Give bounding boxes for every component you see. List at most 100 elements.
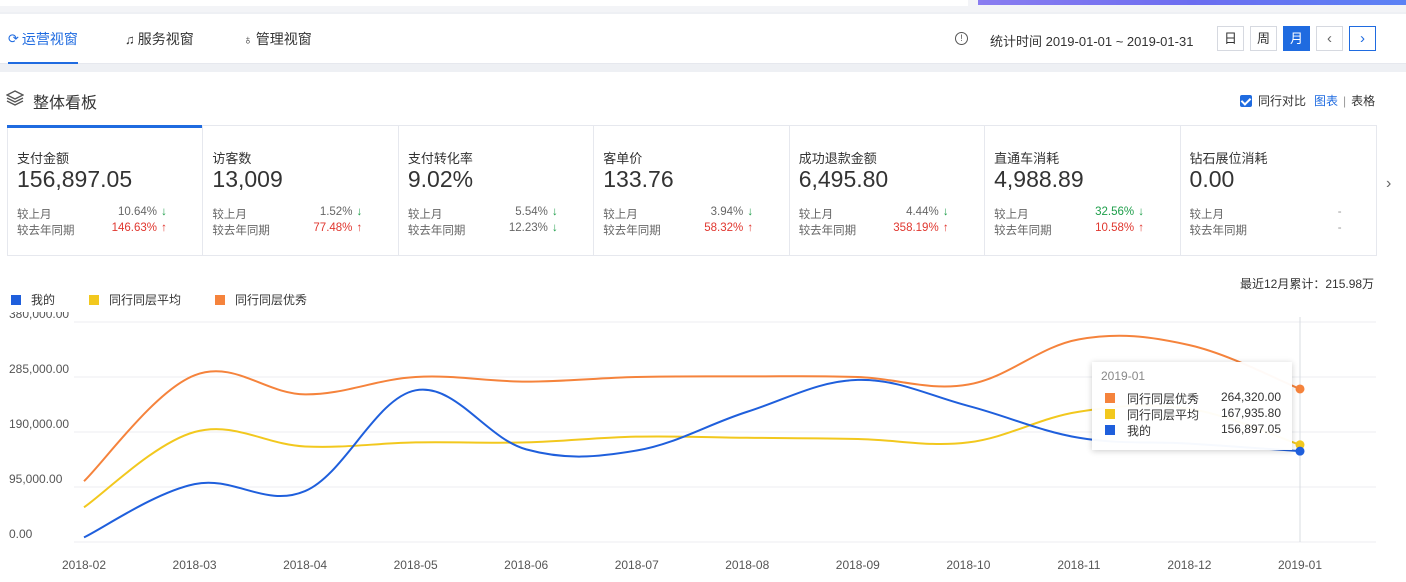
- metric-card[interactable]: 直通车消耗 4,988.89 较上月 32.56% ↓ 较去年同期 10.58% ↑: [985, 126, 1181, 255]
- period-month-button[interactable]: 月: [1283, 26, 1310, 51]
- tooltip-series-name: 我的: [1127, 424, 1152, 438]
- metric-yoy-row: 较去年同期 77.48% ↑: [212, 222, 364, 238]
- legend-label: 我的: [31, 293, 56, 307]
- legend-label: 同行同层优秀: [235, 293, 308, 307]
- x-tick-label: 2018-05: [394, 558, 438, 572]
- x-tick-label: 2018-07: [615, 558, 659, 572]
- x-tick-label: 2018-12: [1167, 558, 1211, 572]
- metric-yoy-row: 较去年同期 -: [1190, 222, 1342, 238]
- tooltip-swatch: [1105, 409, 1115, 419]
- metric-mom-label: 较上月: [212, 209, 247, 221]
- metric-mom-label: 较上月: [603, 209, 638, 221]
- x-tick-label: 2018-08: [725, 558, 769, 572]
- metric-name: 成功退款金额: [798, 151, 877, 166]
- metric-yoy-value-wrap: 10.58% ↑: [1095, 222, 1146, 234]
- tooltip-series-name: 同行同层平均: [1127, 408, 1200, 422]
- metric-yoy-label: 较去年同期: [17, 225, 75, 237]
- legend-label: 同行同层平均: [109, 293, 182, 307]
- view-separator: |: [1343, 93, 1347, 108]
- compare-checkbox[interactable]: [1240, 94, 1252, 107]
- metric-value: 13,009: [212, 166, 283, 192]
- metric-card[interactable]: 支付金额 156,897.05 较上月 10.64% ↓ 较去年同期 146.63% ↑: [6, 125, 204, 255]
- metric-yoy-value: 77.48%: [313, 222, 353, 234]
- cards-next-arrow[interactable]: ›: [1386, 175, 1391, 193]
- top-strip-bar: [0, 0, 968, 6]
- tooltip-swatch: [1105, 393, 1115, 403]
- yearly-total: 最近12月累计：215.98万: [1240, 277, 1375, 291]
- tooltip-row: 同行同层优秀 264,320.00: [1105, 390, 1281, 406]
- metric-mom-row: 较上月 32.56% ↓: [994, 206, 1146, 222]
- period-day-button[interactable]: 日: [1217, 26, 1244, 51]
- metric-mom-row: 较上月 10.64% ↓: [17, 206, 169, 222]
- tab-management-label: 管理视窗: [255, 31, 312, 47]
- y-tick-label: 190,000.00: [9, 417, 69, 431]
- metric-mom-value: -: [1337, 206, 1342, 218]
- arrow-up-icon: ↑: [356, 222, 363, 234]
- metric-mom-value: 4.44%: [906, 206, 939, 218]
- stat-time-range: 统计时间 2019-01-01 ~ 2019-01-31: [990, 34, 1194, 49]
- metric-yoy-row: 较去年同期 146.63% ↑: [17, 222, 169, 238]
- metric-yoy-label: 较去年同期: [407, 225, 466, 237]
- metric-value: 4,988.89: [994, 166, 1084, 192]
- tooltip-date: 2019-01: [1101, 369, 1146, 383]
- headset-icon: ♫: [125, 31, 135, 47]
- prev-period-button[interactable]: ‹: [1316, 26, 1343, 51]
- metric-yoy-row: 较去年同期 358.19% ↑: [799, 222, 951, 238]
- metric-name: 访客数: [212, 151, 252, 166]
- legend-swatch: [11, 294, 21, 305]
- view-table-link[interactable]: 表格: [1351, 92, 1375, 109]
- metric-yoy-value: 12.23%: [508, 222, 548, 234]
- bag-icon: ♁: [243, 31, 253, 47]
- y-tick-label: 285,000.00: [9, 362, 69, 376]
- info-icon[interactable]: !: [955, 32, 968, 45]
- view-chart-link[interactable]: 图表: [1314, 92, 1338, 109]
- arrow-down-icon: ↓: [551, 222, 558, 234]
- tab-operations[interactable]: ⟳ 运营视窗: [8, 14, 78, 64]
- arrow-down-icon: ↓: [551, 206, 558, 218]
- metric-card[interactable]: 客单价 133.76 较上月 3.94% ↓ 较去年同期 58.32% ↑: [594, 126, 790, 255]
- tab-service[interactable]: ♫ 服务视窗: [125, 14, 194, 64]
- tooltip-row: 我的 156,897.05: [1105, 422, 1281, 438]
- legend-item[interactable]: 同行同层优秀: [215, 291, 307, 308]
- metric-name: 支付转化率: [407, 151, 473, 166]
- chart-legend: 我的 同行同层平均 同行同层优秀: [11, 291, 341, 308]
- compare-label: 同行对比: [1258, 94, 1307, 108]
- metric-mom-row: 较上月 4.44% ↓: [799, 206, 951, 222]
- tab-operations-label: 运营视窗: [21, 31, 78, 47]
- metric-yoy-row: 较去年同期 58.32% ↑: [603, 222, 755, 238]
- tooltip-series-value: 264,320.00: [1220, 390, 1281, 404]
- tab-management[interactable]: ♁ 管理视窗: [243, 14, 312, 64]
- series-point: [1295, 384, 1305, 394]
- metric-mom-value-wrap: -: [1338, 206, 1342, 218]
- y-tick-label: 95,000.00: [9, 472, 63, 486]
- layers-icon: [6, 90, 24, 106]
- top-strip: [0, 0, 1406, 12]
- arrow-down-icon: ↓: [1138, 206, 1144, 218]
- metric-mom-row: 较上月 -: [1190, 206, 1342, 222]
- legend-item[interactable]: 我的: [11, 291, 55, 308]
- metric-name: 钻石展位消耗: [1189, 151, 1268, 166]
- metric-value: 6,495.80: [798, 166, 889, 192]
- metric-yoy-value-wrap: 12.23% ↓: [509, 222, 560, 234]
- arrow-down-icon: ↓: [747, 206, 754, 218]
- top-accent-bar: [978, 0, 1406, 5]
- metric-yoy-row: 较去年同期 10.58% ↑: [994, 222, 1146, 238]
- metric-card[interactable]: 访客数 13,009 较上月 1.52% ↓ 较去年同期 77.48% ↑: [203, 126, 399, 255]
- metric-card[interactable]: 成功退款金额 6,495.80 较上月 4.44% ↓ 较去年同期 358.19% ↑: [790, 126, 986, 255]
- x-tick-label: 2018-02: [62, 558, 106, 572]
- metric-card[interactable]: 钻石展位消耗 0.00 较上月 - 较去年同期 -: [1181, 126, 1376, 255]
- tooltip-swatch: [1105, 425, 1115, 435]
- x-tick-label: 2018-09: [836, 558, 880, 572]
- metric-card[interactable]: 支付转化率 9.02% 较上月 5.54% ↓ 较去年同期 12.23% ↓: [399, 126, 595, 255]
- view-navbar: ⟳ 运营视窗 ♫ 服务视窗 ♁ 管理视窗 ! 统计时间 2019-01-01 ~…: [0, 14, 1406, 64]
- metric-yoy-value-wrap: 146.63% ↑: [112, 222, 169, 234]
- period-week-button[interactable]: 周: [1250, 26, 1277, 51]
- arrow-up-icon: ↑: [747, 222, 754, 234]
- y-tick-label: 380,000.00: [9, 312, 69, 321]
- legend-item[interactable]: 同行同层平均: [89, 291, 181, 308]
- next-period-button[interactable]: ›: [1349, 26, 1376, 51]
- metric-mom-label: 较上月: [407, 209, 443, 221]
- metric-yoy-value-wrap: 58.32% ↑: [704, 222, 755, 234]
- tooltip-series-value: 167,935.80: [1220, 406, 1281, 420]
- metric-value: 133.76: [603, 166, 674, 192]
